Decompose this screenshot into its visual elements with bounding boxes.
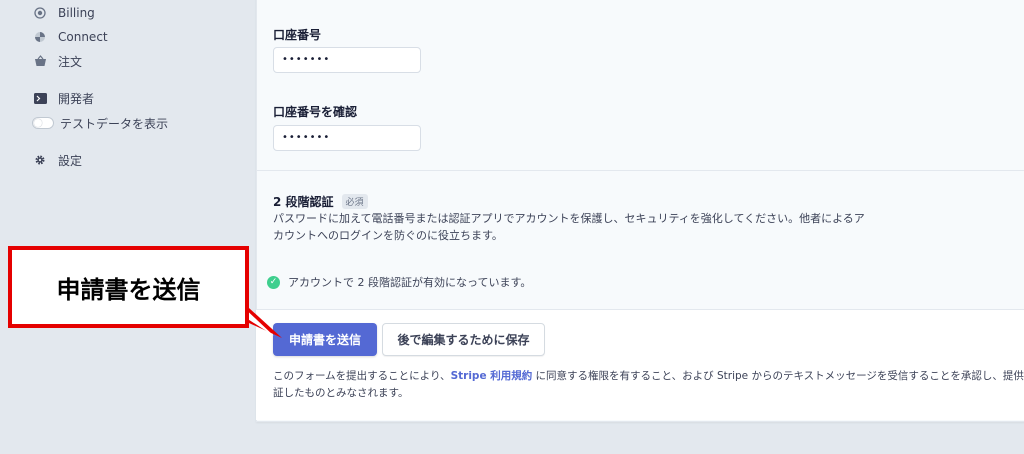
two-factor-status-text: アカウントで 2 段階認証が有効になっています。 xyxy=(288,276,532,289)
annotation-callout: 申請書を送信 xyxy=(8,246,249,328)
two-factor-description: パスワードに加えて電話番号または認証アプリでアカウントを保護し、セキュリティを強… xyxy=(273,212,865,242)
legal-notice: このフォームを提出することにより、Stripe 利用規約 に同意する権限を有する… xyxy=(273,368,1024,402)
stripe-terms-link[interactable]: Stripe 利用規約 xyxy=(451,370,533,382)
legal-line-2: 証したものとみなされます。 xyxy=(273,387,409,399)
legal-line-1: このフォームを提出することにより、Stripe 利用規約 に同意する権限を有する… xyxy=(273,368,1024,385)
two-factor-status: ✓ アカウントで 2 段階認証が有効になっています。 xyxy=(267,274,531,290)
legal-suffix: に同意する権限を有すること、および Stripe からのテキストメッセージを受信… xyxy=(532,370,1024,382)
save-for-later-button[interactable]: 後で編集するために保存 xyxy=(382,323,545,356)
section-divider xyxy=(256,170,1024,171)
legal-prefix: このフォームを提出することにより、 xyxy=(273,370,451,382)
required-badge: 必須 xyxy=(341,194,368,209)
